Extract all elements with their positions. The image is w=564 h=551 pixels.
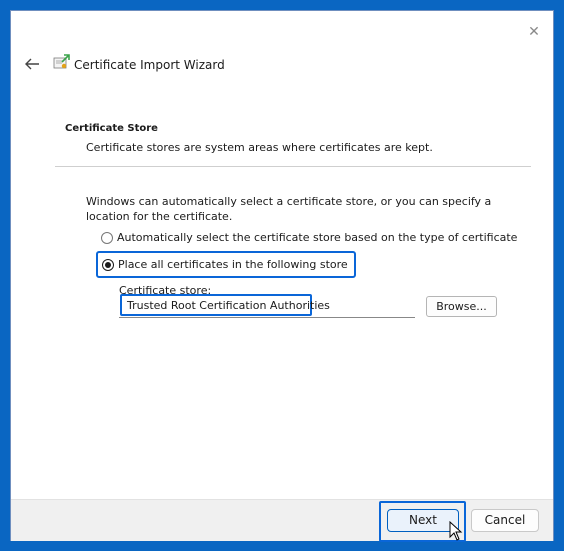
manual-store-radio[interactable]	[102, 258, 114, 271]
certificate-wizard-icon	[53, 54, 70, 69]
header-divider	[55, 166, 531, 167]
manual-store-label: Place all certificates in the following …	[118, 258, 348, 271]
auto-select-radio[interactable]	[101, 231, 113, 244]
close-icon[interactable]: ✕	[527, 25, 541, 39]
intro-text: Windows can automatically select a certi…	[86, 195, 492, 223]
manual-store-option[interactable]: Place all certificates in the following …	[96, 251, 356, 278]
auto-select-option[interactable]: Automatically select the certificate sto…	[101, 231, 517, 244]
browse-button[interactable]: Browse...	[426, 296, 497, 317]
wizard-window: ✕ Certificate Import Wizard Certificate …	[10, 10, 554, 542]
cancel-button[interactable]: Cancel	[471, 509, 539, 532]
back-arrow-icon[interactable]	[23, 57, 41, 71]
section-title: Certificate Store	[65, 123, 158, 134]
section-subtitle: Certificate stores are system areas wher…	[86, 141, 433, 154]
certificate-store-value: Trusted Root Certification Authorities	[120, 294, 330, 316]
window-title: Certificate Import Wizard	[74, 58, 225, 72]
mouse-cursor-icon	[449, 521, 463, 541]
auto-select-label: Automatically select the certificate sto…	[117, 231, 518, 244]
